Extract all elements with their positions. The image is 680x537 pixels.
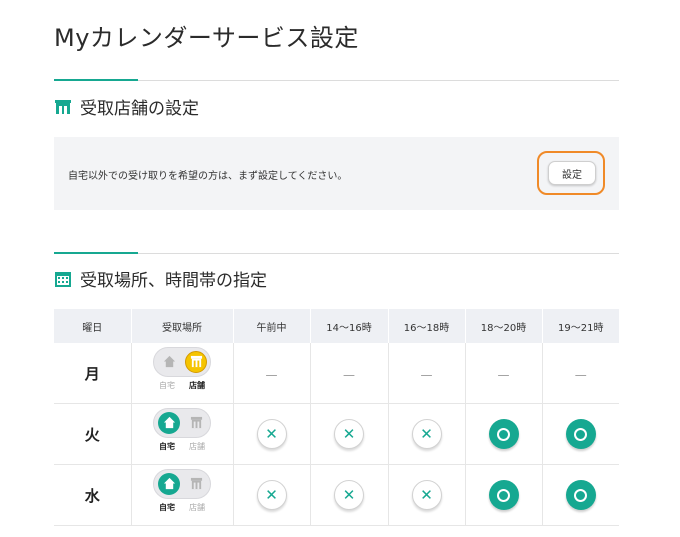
slot-cell: — xyxy=(388,343,466,404)
unavailable-button[interactable]: ✕ xyxy=(256,480,287,510)
column-header: 16〜18時 xyxy=(388,309,466,343)
unavailable-button[interactable]: ✕ xyxy=(334,480,364,510)
store-section-header: 受取店舗の設定 xyxy=(54,94,199,119)
home-option[interactable] xyxy=(158,351,180,373)
store-option[interactable] xyxy=(185,473,207,495)
schedule-section-header: 受取場所、時間帯の指定 xyxy=(54,266,267,291)
unavailable-dash: — xyxy=(574,367,587,382)
unavailable-dash: — xyxy=(420,367,433,382)
page-title: Myカレンダーサービス設定 xyxy=(54,24,359,52)
store-setting-message: 自宅以外での受け取りを希望の方は、まず設定してください。 xyxy=(68,171,348,182)
shop-icon xyxy=(190,416,202,429)
circle-icon xyxy=(574,488,588,502)
home-icon xyxy=(163,416,175,429)
store-setting-panel: 自宅以外での受け取りを希望の方は、まず設定してください。 設定 xyxy=(54,137,619,210)
column-header: 受取場所 xyxy=(131,309,234,343)
home-option[interactable] xyxy=(158,411,180,434)
slot-cell: ✕ xyxy=(310,403,389,465)
home-label: 自宅 xyxy=(159,380,175,390)
table-header-row: 曜日 受取場所 午前中 14〜16時 16〜18時 18〜20時 19〜21時 xyxy=(54,309,619,343)
location-toggle[interactable] xyxy=(153,407,211,438)
slot-cell: ✕ xyxy=(233,403,311,465)
day-cell: 月 xyxy=(54,343,132,404)
slot-cell: ✕ xyxy=(388,464,466,526)
day-label: 月 xyxy=(84,364,100,383)
slot-cell: — xyxy=(233,343,311,404)
day-label: 水 xyxy=(84,486,100,505)
home-label: 自宅 xyxy=(159,441,175,451)
schedule-table: 曜日 受取場所 午前中 14〜16時 16〜18時 18〜20時 19〜21時 … xyxy=(54,309,619,526)
store-label: 店舗 xyxy=(189,380,205,390)
unavailable-dash: — xyxy=(265,367,278,382)
home-icon xyxy=(163,477,175,490)
circle-icon xyxy=(574,427,588,441)
available-button[interactable] xyxy=(565,419,596,449)
store-option[interactable] xyxy=(185,350,207,373)
shop-icon xyxy=(190,477,202,490)
location-labels: 自宅 店舗 xyxy=(153,441,211,452)
unavailable-button[interactable]: ✕ xyxy=(411,419,442,449)
column-header: 午前中 xyxy=(233,309,311,343)
location-labels: 自宅 店舗 xyxy=(153,380,211,391)
day-cell: 火 xyxy=(54,403,132,465)
home-option[interactable] xyxy=(158,472,180,495)
slot-cell xyxy=(465,464,543,526)
available-button[interactable] xyxy=(565,480,596,510)
location-cell: 自宅 店舗 xyxy=(131,464,234,526)
slot-cell: — xyxy=(465,343,543,404)
unavailable-dash: — xyxy=(343,367,355,382)
table-row: 火 自宅 店舗 ✕ ✕ ✕ xyxy=(54,403,619,465)
store-option[interactable] xyxy=(185,412,207,434)
available-button[interactable] xyxy=(488,480,519,510)
slot-cell: ✕ xyxy=(388,403,466,465)
calendar-icon xyxy=(55,271,71,287)
store-section-title: 受取店舗の設定 xyxy=(80,99,199,119)
slot-cell: ✕ xyxy=(233,464,311,526)
slot-cell xyxy=(465,403,543,465)
location-toggle[interactable] xyxy=(153,468,211,499)
unavailable-button[interactable]: ✕ xyxy=(411,480,442,510)
store-setting-button[interactable]: 設定 xyxy=(548,161,596,185)
column-header: 曜日 xyxy=(54,309,132,343)
slot-cell: — xyxy=(310,343,389,404)
location-toggle[interactable] xyxy=(153,346,211,377)
unavailable-button[interactable]: ✕ xyxy=(256,419,287,449)
day-cell: 水 xyxy=(54,464,132,526)
location-cell: 自宅 店舗 xyxy=(131,403,234,465)
location-cell: 自宅 店舗 xyxy=(131,343,234,404)
slot-cell xyxy=(542,464,619,526)
unavailable-dash: — xyxy=(497,367,510,382)
store-label: 店舗 xyxy=(189,441,205,451)
location-labels: 自宅 店舗 xyxy=(153,502,211,513)
shop-icon xyxy=(55,99,71,114)
table-row: 水 自宅 店舗 ✕ ✕ ✕ xyxy=(54,464,619,526)
column-header: 14〜16時 xyxy=(310,309,389,343)
shop-icon xyxy=(190,355,202,368)
slot-cell: — xyxy=(542,343,619,404)
home-label: 自宅 xyxy=(159,502,175,512)
circle-icon xyxy=(497,488,510,502)
section-divider xyxy=(54,252,619,254)
available-button[interactable] xyxy=(488,419,519,449)
column-header: 19〜21時 xyxy=(542,309,619,343)
slot-cell xyxy=(542,403,619,465)
column-header: 18〜20時 xyxy=(465,309,543,343)
day-label: 火 xyxy=(84,425,100,444)
section-divider xyxy=(54,79,619,81)
circle-icon xyxy=(497,427,510,441)
home-icon xyxy=(163,355,175,368)
slot-cell: ✕ xyxy=(310,464,389,526)
table-row: 月 自宅 店舗 — — — — — xyxy=(54,343,619,404)
store-label: 店舗 xyxy=(189,502,205,512)
schedule-section-title: 受取場所、時間帯の指定 xyxy=(80,271,267,291)
unavailable-button[interactable]: ✕ xyxy=(334,419,364,449)
